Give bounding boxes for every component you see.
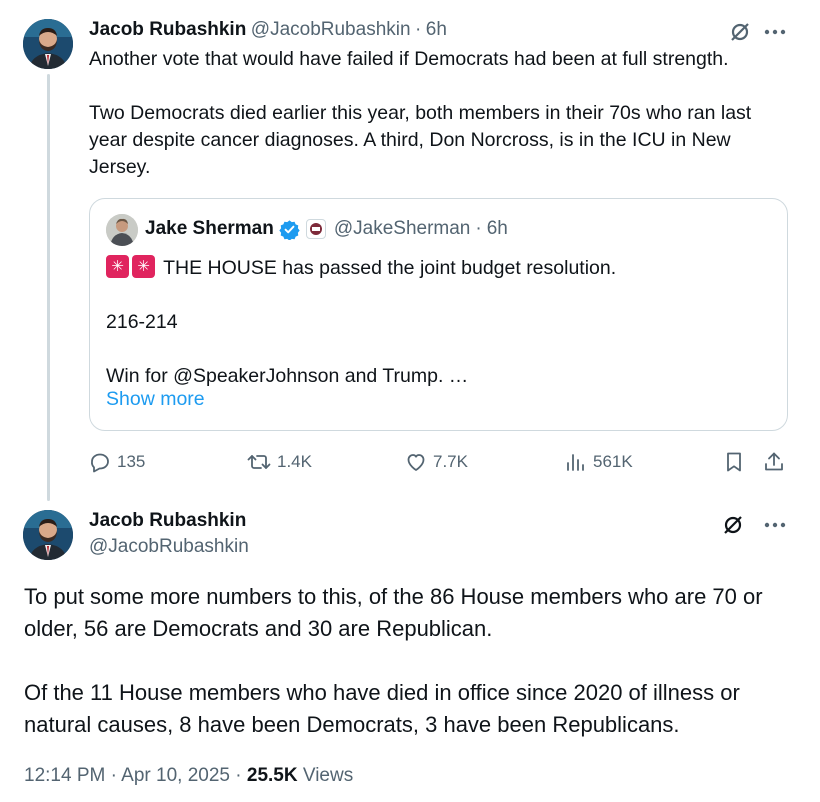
tweet-header: Jacob Rubashkin @JacobRubashkin · 6h bbox=[89, 19, 447, 41]
avatar[interactable] bbox=[23, 19, 73, 69]
quote-author-handle[interactable]: @JakeSherman bbox=[334, 218, 471, 240]
tweet-time[interactable]: 12:14 PM bbox=[24, 765, 105, 786]
affiliation-badge-icon[interactable] bbox=[305, 219, 326, 239]
like-icon bbox=[407, 454, 425, 471]
views-icon bbox=[567, 454, 584, 471]
author-handle[interactable]: @JacobRubashkin bbox=[251, 19, 411, 40]
thread-line bbox=[47, 74, 50, 501]
separator: · bbox=[235, 765, 242, 786]
views-button[interactable]: 561K bbox=[564, 448, 633, 476]
separator: · bbox=[415, 19, 422, 40]
tweet-text: Another vote that would have failed if D… bbox=[89, 46, 789, 181]
avatar-image bbox=[23, 510, 73, 560]
quote-avatar-image bbox=[106, 214, 138, 246]
bookmark-icon bbox=[727, 452, 741, 472]
siren-icon bbox=[132, 255, 155, 278]
verified-icon bbox=[279, 219, 300, 241]
author-handle[interactable]: @JacobRubashkin bbox=[89, 536, 249, 558]
like-button[interactable]: 7.7K bbox=[404, 448, 468, 476]
quote-text: THE HOUSE has passed the joint budget re… bbox=[106, 255, 766, 390]
author-name[interactable]: Jacob Rubashkin bbox=[89, 510, 246, 532]
tweet-paragraph: Two Democrats died earlier this year, bo… bbox=[89, 102, 752, 178]
quote-avatar[interactable] bbox=[106, 214, 138, 246]
avatar-image bbox=[23, 19, 73, 69]
reply-icon bbox=[91, 453, 109, 473]
quote-line-text: THE HOUSE has passed the joint budget re… bbox=[163, 257, 617, 279]
views-label: Views bbox=[302, 765, 354, 786]
like-count: 7.7K bbox=[433, 452, 468, 471]
tweet-actions: 135 1.4K 7.7K 561K bbox=[88, 448, 800, 476]
bookmark-button[interactable] bbox=[722, 448, 751, 476]
more-icon[interactable] bbox=[761, 512, 789, 538]
share-icon bbox=[765, 452, 783, 471]
quote-line: Win for @SpeakerJohnson and Trump. … bbox=[106, 365, 469, 387]
author-name[interactable]: Jacob Rubashkin bbox=[89, 19, 246, 40]
more-icon[interactable] bbox=[761, 19, 789, 45]
tweet-text: To put some more numbers to this, of the… bbox=[24, 581, 804, 741]
separator: · bbox=[110, 765, 117, 786]
quote-timestamp[interactable]: 6h bbox=[487, 218, 508, 240]
avatar[interactable] bbox=[23, 510, 73, 560]
reply-button[interactable]: 135 bbox=[88, 448, 145, 476]
share-button[interactable] bbox=[762, 448, 791, 476]
tweet-paragraph: Another vote that would have failed if D… bbox=[89, 48, 729, 70]
repost-button[interactable]: 1.4K bbox=[246, 448, 312, 476]
quote-author-name[interactable]: Jake Sherman bbox=[145, 218, 274, 240]
quote-tweet-card[interactable]: Jake Sherman @JakeSherman · 6h THE HOUSE… bbox=[89, 198, 788, 431]
tweet-paragraph: To put some more numbers to this, of the… bbox=[24, 584, 763, 641]
quote-line: THE HOUSE has passed the joint budget re… bbox=[106, 255, 766, 282]
tweet-paragraph: Of the 11 House members who have died in… bbox=[24, 680, 740, 737]
tweet-meta: 12:14 PM · Apr 10, 2025 · 25.5K Views bbox=[24, 765, 353, 787]
repost-icon bbox=[247, 455, 271, 469]
reply-count: 135 bbox=[117, 452, 146, 471]
views-count: 561K bbox=[593, 452, 633, 471]
show-more-link[interactable]: Show more bbox=[106, 388, 205, 411]
separator: · bbox=[475, 218, 482, 239]
siren-icon bbox=[106, 255, 129, 278]
quote-line: 216-214 bbox=[106, 311, 178, 333]
grok-icon[interactable] bbox=[720, 512, 746, 538]
tweet-date[interactable]: Apr 10, 2025 bbox=[121, 765, 230, 786]
timestamp[interactable]: 6h bbox=[426, 19, 447, 40]
quote-header: Jake Sherman @JakeSherman · 6h bbox=[145, 218, 508, 241]
grok-icon[interactable] bbox=[727, 19, 753, 45]
repost-count: 1.4K bbox=[277, 452, 312, 471]
views-total: 25.5K bbox=[246, 765, 298, 786]
